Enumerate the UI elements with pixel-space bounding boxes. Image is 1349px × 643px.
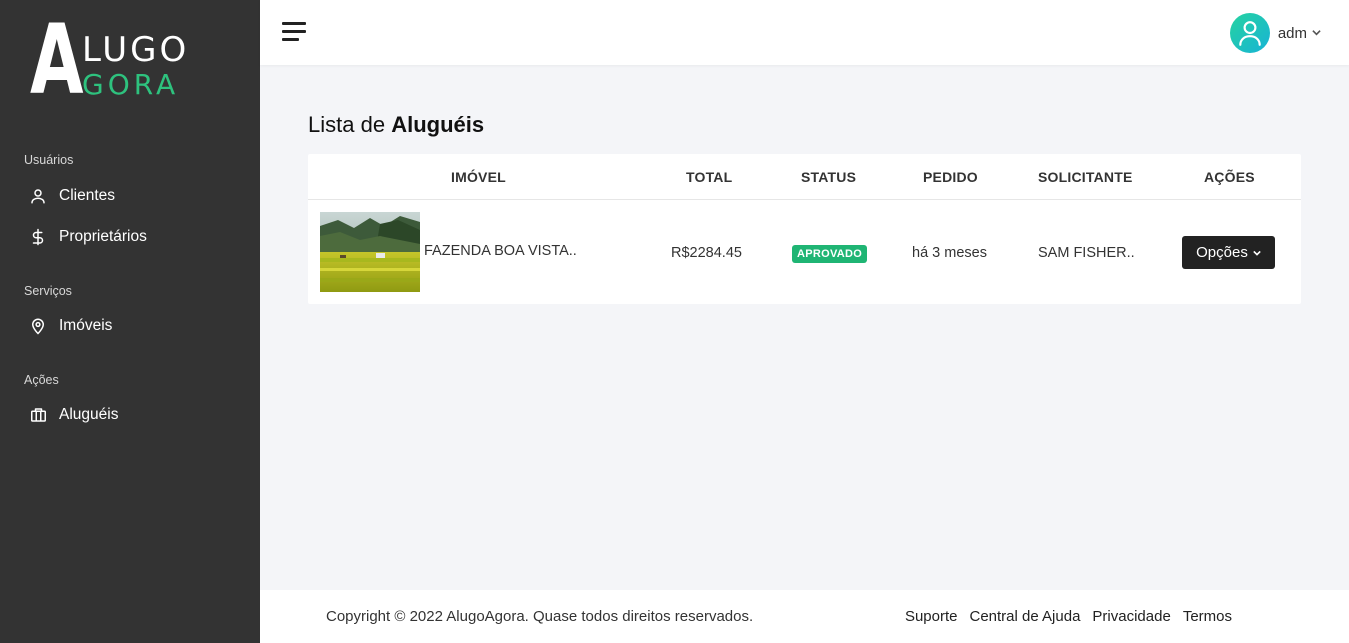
cell-imovel[interactable]: FAZENDA BOA VISTA.. [424,243,577,259]
column-header-solicitante[interactable]: SOLICITANTE [1038,169,1133,185]
sidebar: A LUGO GORA Usuários Clientes Proprietár… [0,0,260,643]
sidebar-item-proprietarios[interactable]: Proprietários [28,225,147,249]
logo-top-text: LUGO [82,30,190,70]
nav-section-usuarios: Usuários [24,153,74,167]
rentals-table: IMÓVEL TOTAL STATUS PEDIDO SOLICITANTE A… [308,154,1301,304]
user-icon [28,186,48,206]
footer: Copyright © 2022 AlugoAgora. Quase todos… [260,590,1349,643]
chevron-down-icon [1312,28,1321,39]
nav-section-acoes: Ações [24,373,59,387]
footer-links: Suporte Central de Ajuda Privacidade Ter… [905,608,1232,625]
user-avatar-icon [1229,13,1270,53]
column-header-imovel[interactable]: IMÓVEL [451,169,506,185]
sidebar-item-imoveis[interactable]: Imóveis [28,314,112,338]
header-divider [308,199,1301,200]
page-title-bold: Aluguéis [391,112,485,137]
sidebar-item-label: Imóveis [59,317,113,334]
user-menu[interactable]: adm [1229,13,1321,53]
top-bar: adm [260,0,1349,65]
footer-link-suporte[interactable]: Suporte [905,608,958,625]
property-thumbnail[interactable] [320,212,420,292]
briefcase-icon [28,405,48,425]
column-header-pedido[interactable]: PEDIDO [923,169,978,185]
sidebar-item-clientes[interactable]: Clientes [28,184,115,208]
footer-link-central-de-ajuda[interactable]: Central de Ajuda [970,608,1081,625]
sidebar-item-label: Proprietários [59,228,147,245]
cell-solicitante: SAM FISHER.. [1038,245,1135,261]
logo-letter: A [30,4,83,116]
user-name: adm [1277,24,1307,42]
page-title: Lista de Aluguéis [308,112,484,138]
sidebar-item-label: Clientes [59,187,115,204]
brand-logo[interactable]: A LUGO GORA [30,4,230,116]
chevron-down-icon [1253,248,1261,258]
status-badge: APROVADO [792,245,868,263]
column-header-status[interactable]: STATUS [801,169,856,185]
sidebar-item-alugueis[interactable]: Aluguéis [28,403,118,427]
options-button-label: Opções [1196,244,1248,261]
hamburger-icon[interactable] [282,22,306,42]
sidebar-item-label: Aluguéis [59,406,119,423]
cell-pedido: há 3 meses [912,245,987,261]
page-title-prefix: Lista de [308,112,386,137]
options-dropdown-button[interactable]: Opções [1182,236,1275,269]
nav-section-servicos: Serviços [24,284,72,298]
footer-link-termos[interactable]: Termos [1183,608,1232,625]
map-pin-icon [28,316,48,336]
copyright-text: Copyright © 2022 AlugoAgora. Quase todos… [326,608,754,625]
dollar-icon [28,227,48,247]
column-header-acoes[interactable]: AÇÕES [1204,169,1255,185]
column-header-total[interactable]: TOTAL [686,169,732,185]
cell-total: R$2284.45 [671,245,742,261]
footer-link-privacidade[interactable]: Privacidade [1092,608,1170,625]
logo-bottom-text: GORA [82,68,180,101]
